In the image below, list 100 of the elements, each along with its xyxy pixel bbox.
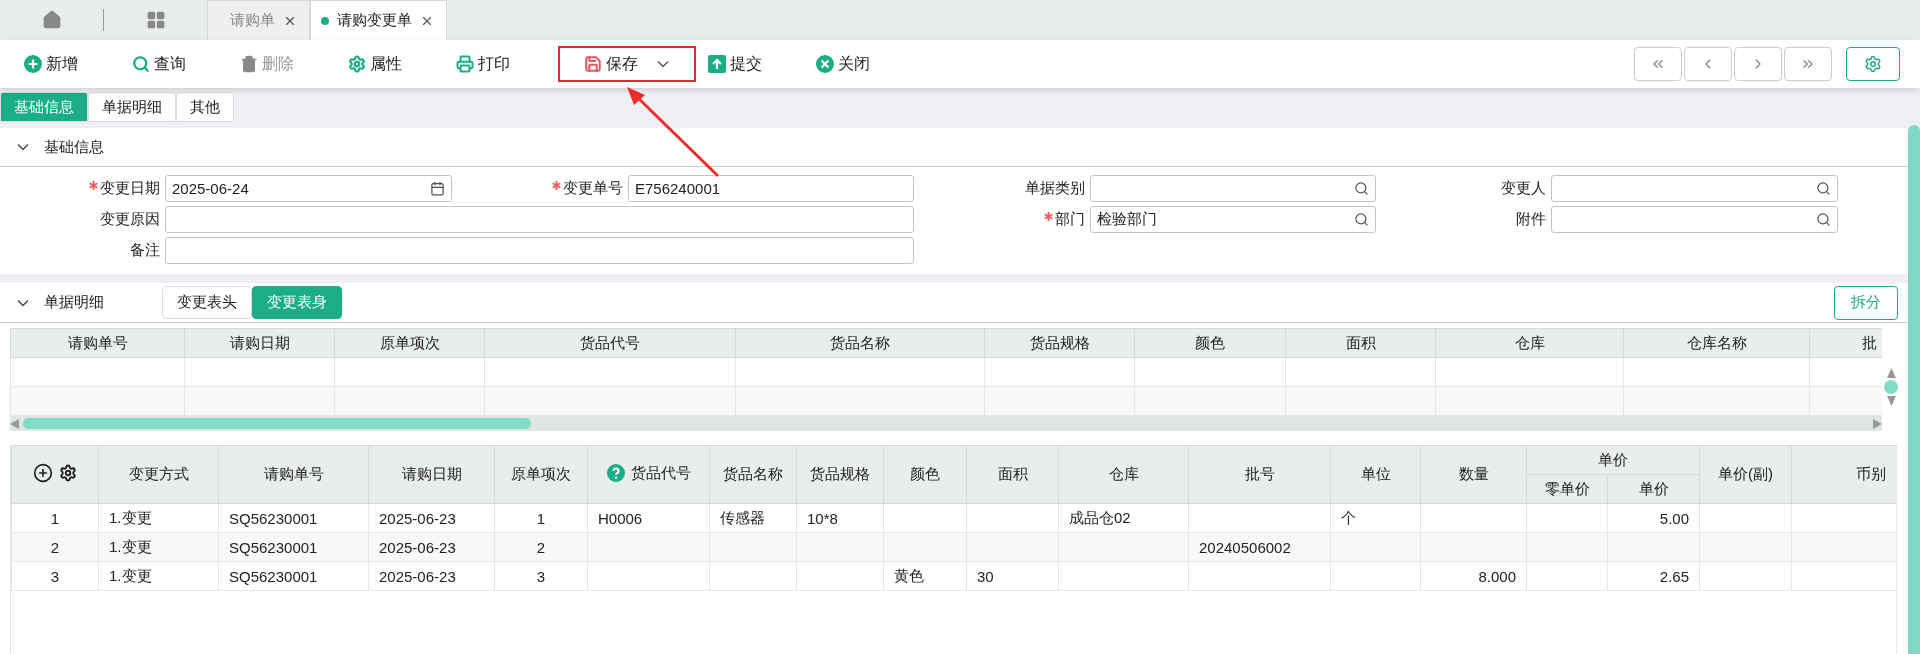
input-field[interactable] <box>165 206 914 233</box>
table-cell: H0006 <box>587 503 710 533</box>
field-label: 变更单号 <box>457 179 623 198</box>
column-header: 数量 <box>1420 445 1527 504</box>
input-field[interactable] <box>1090 175 1376 202</box>
column-header: 货品名称 <box>735 328 985 358</box>
floppy-icon <box>584 55 602 73</box>
table-cell: 2025-06-23 <box>368 503 495 533</box>
column-header: 请购日期 <box>184 328 335 358</box>
scroll-left-icon[interactable] <box>10 418 19 429</box>
column-header: 仓库名称 <box>1623 328 1810 358</box>
table-cell: 20240506002 <box>1188 532 1331 562</box>
column-header: 请购单号 <box>218 445 369 504</box>
column-header: 请购单号 <box>10 328 185 358</box>
document-tab[interactable]: 请购变更单 <box>310 0 447 40</box>
column-header: 单价(副) <box>1699 445 1792 504</box>
plus-circle-icon <box>24 55 42 73</box>
table-cell: 成品仓02 <box>1058 503 1189 533</box>
field-label: 备注 <box>129 241 160 260</box>
search-icon[interactable] <box>1354 212 1369 227</box>
table-cell: 传感器 <box>709 503 797 533</box>
column-header: 货品代号 <box>484 328 736 358</box>
input-field[interactable] <box>1551 175 1838 202</box>
home-icon[interactable] <box>41 10 62 30</box>
table-cell: 1.变更 <box>98 503 219 533</box>
column-header: 货品规格 <box>796 445 884 504</box>
section-tab[interactable]: 其他 <box>176 92 234 122</box>
column-header: 货品规格 <box>984 328 1135 358</box>
column-header: 单位 <box>1330 445 1421 504</box>
search-icon <box>132 55 150 73</box>
table-cell: 1.变更 <box>98 561 219 591</box>
table-cell: SQ56230001 <box>218 561 369 591</box>
table-cell: 3 <box>11 561 99 591</box>
table-cell: 30 <box>966 561 1059 591</box>
table-cell: SQ56230001 <box>218 503 369 533</box>
input-field[interactable] <box>1551 206 1838 233</box>
column-header: 原单项次 <box>334 328 485 358</box>
column-header: 货品代号 <box>630 463 691 483</box>
field-label: 变更日期 <box>0 179 160 198</box>
search-icon[interactable] <box>1816 181 1831 196</box>
table-cell: 3 <box>494 561 588 591</box>
horizontal-scrollbar[interactable] <box>10 416 1882 431</box>
settings-button[interactable] <box>1846 47 1900 81</box>
column-header: 面积 <box>966 445 1059 504</box>
settings-icon[interactable] <box>59 464 77 482</box>
previous-button[interactable] <box>1684 47 1732 81</box>
column-header: 货品名称 <box>709 445 797 504</box>
column-header: 原单项次 <box>494 445 588 504</box>
search-icon[interactable] <box>1816 212 1831 227</box>
page-scrollbar[interactable] <box>1908 125 1920 654</box>
column-header: 请购日期 <box>368 445 495 504</box>
add-row-icon[interactable] <box>33 463 53 483</box>
table-cell: 1.变更 <box>98 532 219 562</box>
input-field[interactable] <box>165 237 914 264</box>
section-title: 基础信息 <box>44 137 104 157</box>
input-field[interactable]: 检验部门 <box>1090 206 1376 233</box>
last-page-button[interactable] <box>1784 47 1832 81</box>
scroll-up-icon[interactable] <box>1886 368 1896 378</box>
close-icon <box>816 55 834 73</box>
column-header: 仓库 <box>1435 328 1624 358</box>
sub-tab[interactable]: 变更表头 <box>162 286 252 319</box>
field-label: 变更原因 <box>99 210 160 229</box>
column-header: 变更方式 <box>98 445 219 504</box>
table-cell: 2025-06-23 <box>368 532 495 562</box>
field-label: 附件 <box>1515 210 1546 229</box>
table-cell: 10*8 <box>796 503 884 533</box>
field-label: 变更人 <box>1500 179 1546 198</box>
column-header: 币别 <box>1791 445 1896 504</box>
search-icon[interactable] <box>1354 181 1369 196</box>
column-header: 批号 <box>1188 445 1331 504</box>
table-cell: 2025-06-23 <box>368 561 495 591</box>
save-button[interactable]: 保存 <box>558 46 696 82</box>
help-icon[interactable] <box>606 464 625 483</box>
first-page-button[interactable] <box>1634 47 1682 81</box>
dot-icon <box>321 16 329 25</box>
table-cell: 黄色 <box>883 561 967 591</box>
settings-icon <box>1864 55 1882 73</box>
column-group-header: 单价 <box>1526 445 1700 475</box>
calendar-icon[interactable] <box>430 181 445 196</box>
table-cell: 1 <box>494 503 588 533</box>
column-header: 批 <box>1809 328 1882 358</box>
trash-icon <box>240 55 258 73</box>
field-label: 单据类别 <box>1024 179 1085 198</box>
table-cell: 个 <box>1330 503 1421 533</box>
table-cell: 8.000 <box>1420 561 1527 591</box>
scroll-right-icon[interactable] <box>1873 418 1882 429</box>
scroll-down-icon[interactable] <box>1886 396 1896 406</box>
gear-icon <box>348 55 366 73</box>
scrollbar-thumb[interactable] <box>1884 380 1898 394</box>
input-field[interactable]: 2025-06-24 <box>165 175 452 202</box>
printer-icon <box>456 55 474 73</box>
table-cell: 5.00 <box>1607 503 1700 533</box>
grid-icon[interactable] <box>145 10 166 30</box>
column-header: 颜色 <box>883 445 967 504</box>
table-cell: 2 <box>11 532 99 562</box>
section-title: 单据明细 <box>44 293 104 312</box>
section-tab[interactable]: 单据明细 <box>88 92 176 122</box>
input-field[interactable]: E756240001 <box>628 175 914 202</box>
column-header: 颜色 <box>1134 328 1286 358</box>
next-button[interactable] <box>1734 47 1782 81</box>
